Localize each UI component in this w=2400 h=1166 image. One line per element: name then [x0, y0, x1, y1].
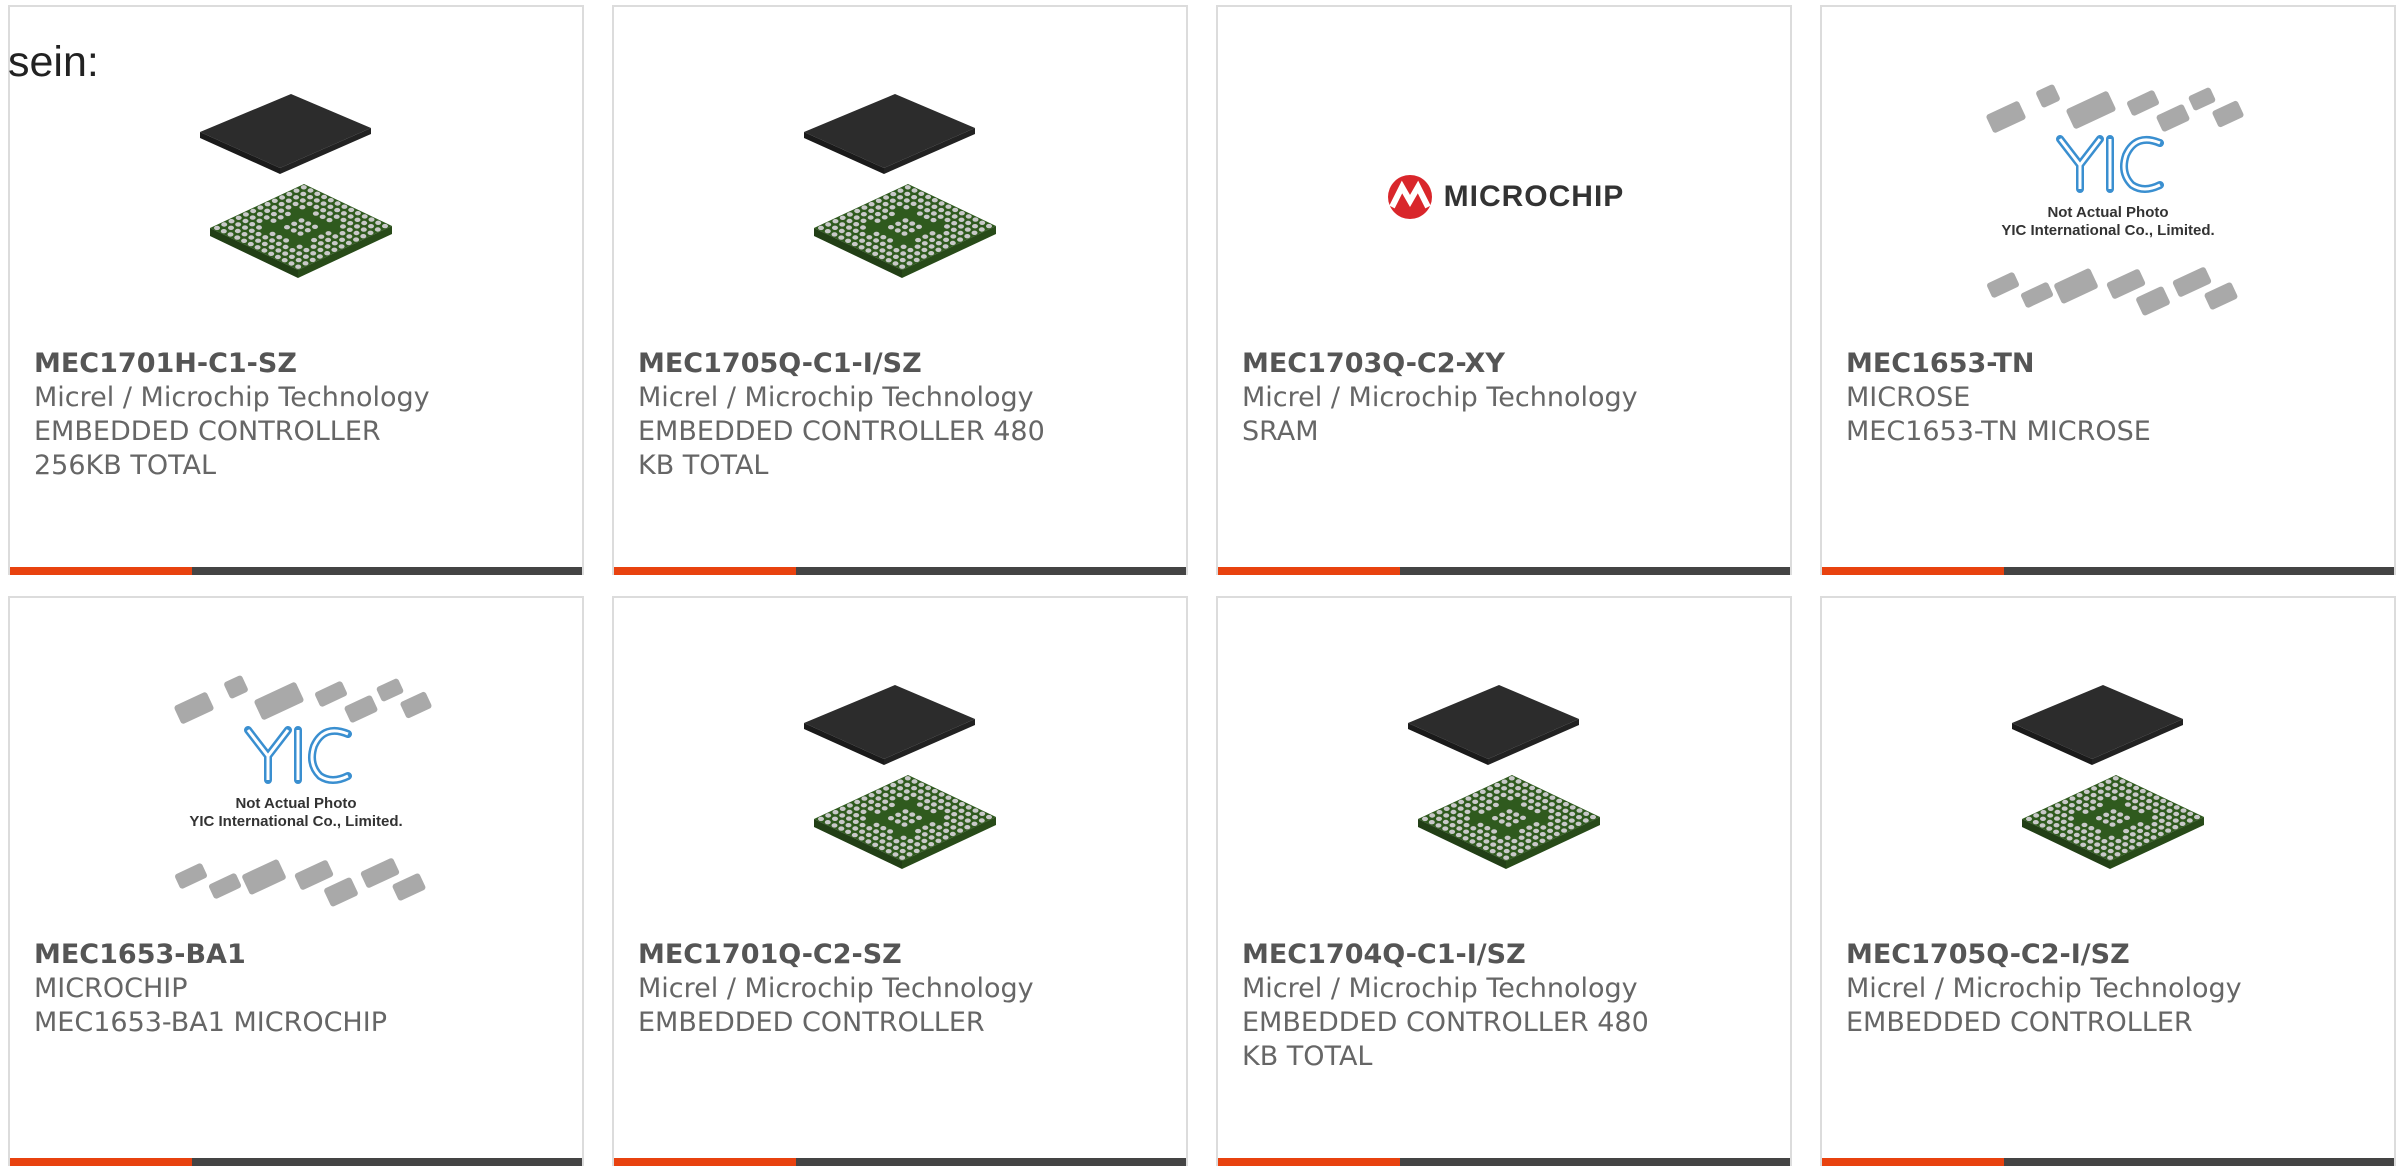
- description: MEC1653-BA1 MICROCHIP: [34, 1007, 387, 1038]
- svg-text:Not Actual Photo: Not Actual Photo: [235, 795, 356, 812]
- section-heading: sein:: [8, 38, 99, 86]
- product-card[interactable]: MICROCHIP MEC1703Q-C2-XY Micrel / Microchi…: [1216, 5, 1792, 575]
- bga-chip-image: [804, 94, 996, 278]
- product-image[interactable]: [1218, 638, 1790, 938]
- card-accent-bar: [614, 1158, 796, 1166]
- product-card[interactable]: Not Actual Photo YIC International Co., L…: [1820, 5, 2396, 575]
- card-accent-bar: [614, 567, 796, 575]
- product-info: MEC1705Q-C2-I/SZ Micrel / Microchip Techn…: [1846, 938, 2374, 1040]
- manufacturer: Micrel / Microchip Technology: [638, 382, 1034, 413]
- product-card[interactable]: MEC1701Q-C2-SZ Micrel / Microchip Technol…: [612, 596, 1188, 1166]
- bga-chip-image: [2012, 685, 2204, 869]
- card-bottom-bar: [10, 1158, 582, 1166]
- manufacturer: MICROSE: [1846, 382, 1971, 413]
- manufacturer: Micrel / Microchip Technology: [1846, 973, 2242, 1004]
- product-info: MEC1705Q-C1-I/SZ Micrel / Microchip Techn…: [638, 347, 1166, 483]
- product-image[interactable]: MICROCHIP: [1218, 47, 1790, 347]
- svg-text:YIC International Co., Limited: YIC International Co., Limited.: [2001, 222, 2214, 239]
- part-number-link[interactable]: MEC1704Q-C1-I/SZ: [1242, 938, 1770, 972]
- description: SRAM: [1242, 416, 1319, 447]
- bga-chip-image: [804, 685, 996, 869]
- product-grid: MEC1701H-C1-SZ Micrel / Microchip Technol…: [0, 0, 2400, 1166]
- placeholder-image: Not Actual PhotoYIC International Co., L…: [1986, 84, 2244, 316]
- card-accent-bar: [1822, 1158, 2004, 1166]
- manufacturer: Micrel / Microchip Technology: [1242, 973, 1638, 1004]
- card-bottom-bar: [614, 1158, 1186, 1166]
- description: MEC1653-TN MICROSE: [1846, 416, 2151, 447]
- description: EMBEDDED CONTROLLER 256KB TOTAL: [34, 416, 381, 481]
- manufacturer: Micrel / Microchip Technology: [1242, 382, 1638, 413]
- description: EMBEDDED CONTROLLER: [1846, 1007, 2193, 1038]
- product-image[interactable]: [10, 47, 582, 347]
- card-bottom-bar: [614, 567, 1186, 575]
- card-bottom-bar: [1822, 567, 2394, 575]
- bga-chip-image: [1408, 685, 1600, 869]
- product-info: MEC1701Q-C2-SZ Micrel / Microchip Technol…: [638, 938, 1166, 1040]
- product-image[interactable]: Not Actual Photo YIC International Co., L…: [10, 638, 582, 938]
- manufacturer: MICROCHIP: [34, 973, 188, 1004]
- card-bottom-bar: [1218, 1158, 1790, 1166]
- svg-text:YIC International Co., Limited: YIC International Co., Limited.: [189, 813, 402, 830]
- microchip-logo: MICROCHIP: [1384, 173, 1625, 221]
- product-card[interactable]: MEC1705Q-C2-I/SZ Micrel / Microchip Techn…: [1820, 596, 2396, 1166]
- product-image[interactable]: [614, 638, 1186, 938]
- card-accent-bar: [1218, 1158, 1400, 1166]
- product-image[interactable]: [614, 47, 1186, 347]
- placeholder-image: Not Actual PhotoYIC International Co., L…: [174, 675, 432, 907]
- microchip-logo-text: MICROCHIP: [1443, 180, 1625, 213]
- product-card[interactable]: MEC1705Q-C1-I/SZ Micrel / Microchip Techn…: [612, 5, 1188, 575]
- part-number-link[interactable]: MEC1701Q-C2-SZ: [638, 938, 1166, 972]
- product-card[interactable]: MEC1704Q-C1-I/SZ Micrel / Microchip Techn…: [1216, 596, 1792, 1166]
- product-image[interactable]: Not Actual Photo YIC International Co., L…: [1822, 47, 2394, 347]
- card-accent-bar: [10, 1158, 192, 1166]
- manufacturer: Micrel / Microchip Technology: [34, 382, 430, 413]
- product-info: MEC1653-BA1 MICROCHIP MEC1653-BA1 MICROCHI…: [34, 938, 562, 1040]
- card-bottom-bar: [10, 567, 582, 575]
- svg-text:Not Actual Photo: Not Actual Photo: [2047, 204, 2168, 221]
- description: EMBEDDED CONTROLLER: [638, 1007, 985, 1038]
- bga-chip-image: [200, 94, 392, 278]
- part-number-link[interactable]: MEC1705Q-C2-I/SZ: [1846, 938, 2374, 972]
- card-bottom-bar: [1218, 567, 1790, 575]
- part-number-link[interactable]: MEC1701H-C1-SZ: [34, 347, 562, 381]
- part-number-link[interactable]: MEC1653-BA1: [34, 938, 562, 972]
- description: EMBEDDED CONTROLLER 480 KB TOTAL: [1242, 1007, 1649, 1072]
- product-card[interactable]: Not Actual Photo YIC International Co., L…: [8, 596, 584, 1166]
- product-info: MEC1701H-C1-SZ Micrel / Microchip Technol…: [34, 347, 562, 483]
- card-accent-bar: [1218, 567, 1400, 575]
- card-accent-bar: [10, 567, 192, 575]
- product-image[interactable]: [1822, 638, 2394, 938]
- product-info: MEC1704Q-C1-I/SZ Micrel / Microchip Techn…: [1242, 938, 1770, 1074]
- part-number-link[interactable]: MEC1703Q-C2-XY: [1242, 347, 1770, 381]
- microchip-logo-icon: [1387, 175, 1432, 219]
- card-bottom-bar: [1822, 1158, 2394, 1166]
- manufacturer: Micrel / Microchip Technology: [638, 973, 1034, 1004]
- part-number-link[interactable]: MEC1653-TN: [1846, 347, 2374, 381]
- description: EMBEDDED CONTROLLER 480 KB TOTAL: [638, 416, 1045, 481]
- part-number-link[interactable]: MEC1705Q-C1-I/SZ: [638, 347, 1166, 381]
- product-info: MEC1653-TN MICROSE MEC1653-TN MICROSE: [1846, 347, 2374, 449]
- card-accent-bar: [1822, 567, 2004, 575]
- product-info: MEC1703Q-C2-XY Micrel / Microchip Technol…: [1242, 347, 1770, 449]
